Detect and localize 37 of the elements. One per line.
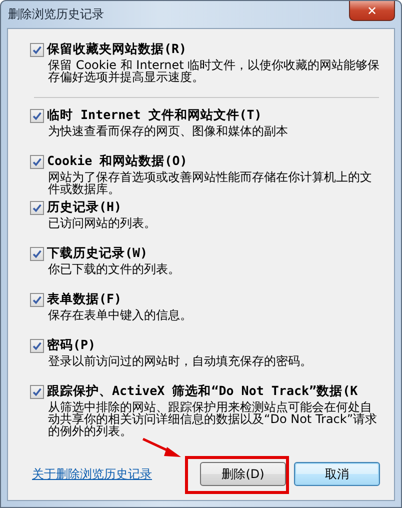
checkbox[interactable]	[30, 200, 44, 214]
option-description: 已访问网站的列表。	[48, 217, 157, 229]
option-label: 跟踪保护、ActiveX 筛选和“Do Not Track”数据(K	[47, 383, 358, 400]
option-label: 临时 Internet 文件和网站文件(T)	[47, 107, 262, 124]
checkbox[interactable]	[30, 42, 44, 56]
help-link[interactable]: 关于删除浏览历史记录	[32, 466, 152, 482]
checkmark-icon	[32, 340, 42, 350]
checkmark-icon	[32, 44, 42, 54]
checkmark-icon	[32, 202, 42, 212]
checkbox[interactable]	[30, 246, 44, 260]
window-title: 删除浏览历史记录	[8, 6, 104, 23]
checkbox[interactable]	[30, 338, 44, 352]
checkbox[interactable]	[30, 292, 44, 306]
option-label: 保留收藏夹网站数据(R)	[47, 41, 187, 58]
option-description: 网站为了保存首选项或改善网站性能而存储在你计算机上的文件或数据库。	[48, 171, 373, 195]
checkbox[interactable]	[30, 154, 44, 168]
option-label: 历史记录(H)	[47, 199, 122, 216]
option-description: 保留 Cookie 和 Internet 临时文件，以使你收藏的网站能够保存偏好选项并提高显示速度。	[48, 59, 380, 83]
option-label: Cookie 和网站数据(O)	[47, 153, 188, 170]
checkmark-icon	[32, 248, 42, 258]
checkbox[interactable]	[30, 384, 44, 398]
cancel-button[interactable]: 取消	[294, 462, 380, 486]
checkmark-icon	[32, 156, 42, 166]
delete-button[interactable]: 删除(D)	[200, 462, 286, 486]
option-description: 你已下载的文件的列表。	[48, 263, 181, 275]
option-description: 登录以前访问过的网站时，自动填充保存的密码。	[48, 355, 313, 367]
checkmark-icon	[32, 386, 42, 396]
close-button[interactable]: ✕	[349, 1, 395, 21]
option-description: 从筛选中排除的网站、跟踪保护用来检测站点可能会在何处自动共享你的相关访问详细信息的数据以及“Do Not Track”请求的例外的列表。	[48, 401, 378, 437]
checkmark-icon	[32, 110, 42, 120]
option-description: 保存在表单中键入的信息。	[48, 309, 193, 321]
checkbox[interactable]	[30, 108, 44, 122]
checkmark-icon	[32, 294, 42, 304]
option-label: 表单数据(F)	[47, 291, 122, 308]
option-description: 为快速查看而保存的网页、图像和媒体的副本	[48, 125, 289, 137]
option-label: 密码(P)	[47, 337, 96, 354]
option-label: 下载历史记录(W)	[47, 245, 148, 262]
